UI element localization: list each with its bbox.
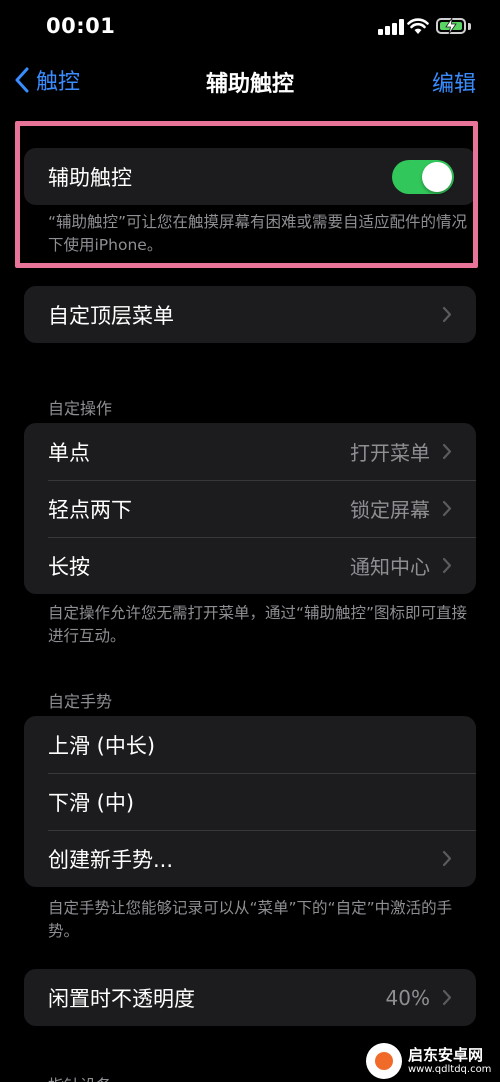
double-tap-label: 轻点两下 bbox=[48, 497, 132, 522]
chevron-right-icon bbox=[442, 306, 452, 323]
watermark: 启东安卓网 www.qdltdq.com bbox=[366, 1040, 500, 1082]
idle-opacity-row[interactable]: 闲置时不透明度 40% bbox=[24, 969, 476, 1026]
navigation-bar: 触控 辅助触控 编辑 bbox=[0, 58, 500, 102]
custom-actions-footer: 自定操作允许您无需打开菜单，通过“辅助触控”图标即可直接进行互动。 bbox=[48, 604, 468, 645]
chevron-right-icon bbox=[442, 500, 452, 517]
status-bar: 00:01 bbox=[0, 0, 500, 56]
double-tap-row[interactable]: 轻点两下 锁定屏幕 bbox=[24, 480, 476, 537]
battery-charging-icon bbox=[436, 18, 466, 34]
single-tap-value: 打开菜单 bbox=[350, 441, 430, 465]
watermark-url: www.qdltdq.com bbox=[408, 1064, 492, 1075]
chevron-right-icon bbox=[442, 850, 452, 867]
status-time: 00:01 bbox=[46, 14, 116, 38]
custom-gestures-group: 上滑 (中长) 下滑 (中) 创建新手势... bbox=[24, 716, 476, 887]
pointer-devices-header: 指针设备 bbox=[48, 1072, 112, 1082]
single-tap-row[interactable]: 单点 打开菜单 bbox=[24, 423, 476, 480]
custom-gestures-footer: 自定手势让您能够记录可以从“菜单”下的“自定”中激活的手势。 bbox=[48, 899, 453, 940]
watermark-name: 启东安卓网 bbox=[408, 1046, 484, 1064]
long-press-value: 通知中心 bbox=[350, 555, 430, 579]
gesture-swipe-down-label: 下滑 (中) bbox=[48, 790, 135, 815]
customize-top-menu-row[interactable]: 自定顶层菜单 bbox=[24, 286, 476, 343]
custom-gestures-header: 自定手势 bbox=[48, 692, 113, 711]
create-new-gesture-row[interactable]: 创建新手势... bbox=[24, 830, 476, 887]
chevron-right-icon bbox=[442, 443, 452, 460]
idle-opacity-group: 闲置时不透明度 40% bbox=[24, 969, 476, 1026]
signal-icon bbox=[378, 19, 404, 35]
edit-button[interactable]: 编辑 bbox=[432, 66, 476, 98]
gesture-swipe-down-row[interactable]: 下滑 (中) bbox=[24, 773, 476, 830]
watermark-logo-icon bbox=[366, 1043, 402, 1079]
idle-opacity-value: 40% bbox=[385, 985, 430, 1010]
page-title: 辅助触控 bbox=[205, 72, 294, 97]
battery-cap bbox=[468, 23, 471, 30]
customize-top-menu-label: 自定顶层菜单 bbox=[48, 303, 174, 328]
idle-opacity-label: 闲置时不透明度 bbox=[48, 986, 195, 1011]
custom-actions-group: 单点 打开菜单 轻点两下 锁定屏幕 长按 通知中心 bbox=[24, 423, 476, 594]
wifi-icon bbox=[407, 18, 429, 34]
chevron-right-icon bbox=[442, 989, 452, 1006]
chevron-right-icon bbox=[442, 557, 452, 574]
create-new-gesture-label: 创建新手势... bbox=[48, 847, 174, 872]
gesture-swipe-up-label: 上滑 (中长) bbox=[48, 733, 156, 758]
custom-actions-header: 自定操作 bbox=[48, 399, 113, 418]
long-press-row[interactable]: 长按 通知中心 bbox=[24, 537, 476, 594]
double-tap-value: 锁定屏幕 bbox=[350, 498, 430, 522]
highlight-annotation-box bbox=[15, 121, 478, 268]
long-press-label: 长按 bbox=[48, 554, 90, 579]
top-menu-group: 自定顶层菜单 bbox=[24, 286, 476, 343]
screen: 00:01 触控 辅助触控 编辑 辅助触控 “辅助触控”可让您在触摸屏幕有困难或… bbox=[0, 0, 500, 1082]
gesture-swipe-up-row[interactable]: 上滑 (中长) bbox=[24, 716, 476, 773]
single-tap-label: 单点 bbox=[48, 440, 90, 465]
